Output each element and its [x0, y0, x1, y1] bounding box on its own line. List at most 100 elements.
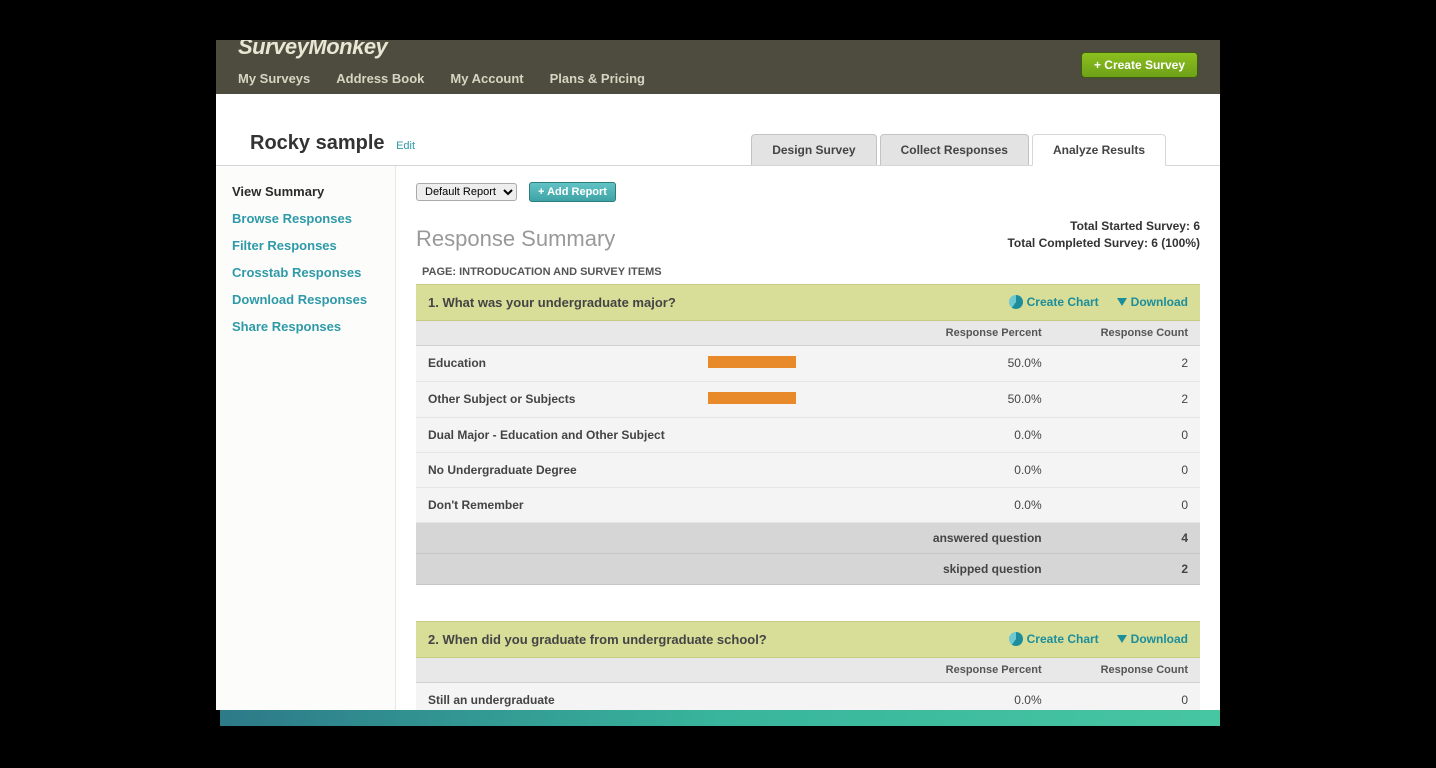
- add-report-button[interactable]: + Add Report: [529, 182, 616, 202]
- nav-my-account[interactable]: My Account: [450, 71, 523, 86]
- sidebar-item-download-responses[interactable]: Download Responses: [232, 292, 383, 307]
- answered-row: answered question4: [416, 522, 1200, 553]
- download-label: Download: [1131, 295, 1188, 309]
- question-table: Response PercentResponse Count Education 5…: [416, 321, 1200, 585]
- create-chart-label: Create Chart: [1027, 632, 1099, 646]
- bar-cell: [696, 682, 896, 710]
- report-select[interactable]: Default Report: [416, 183, 517, 201]
- skipped-label: skipped question: [416, 553, 1054, 584]
- sidebar-item-crosstab-responses[interactable]: Crosstab Responses: [232, 265, 383, 280]
- count-cell: 2: [1054, 345, 1200, 381]
- bar-cell: [696, 381, 896, 417]
- bar-cell: [696, 487, 896, 522]
- report-controls: Default Report + Add Report: [416, 182, 1200, 202]
- th-count: Response Count: [1054, 658, 1200, 683]
- total-completed-label: Total Completed Survey:: [1007, 236, 1147, 250]
- option-label: Don't Remember: [416, 487, 696, 522]
- option-label: Still an undergraduate: [416, 682, 696, 710]
- th-option: [416, 658, 696, 683]
- brand-logo: SurveyMonkey: [238, 40, 387, 60]
- question-header: 2. When did you graduate from undergradu…: [416, 621, 1200, 658]
- nav-plans-pricing[interactable]: Plans & Pricing: [550, 71, 645, 86]
- total-completed-row: Total Completed Survey: 6 (100%): [1007, 235, 1200, 252]
- total-started-value: 6: [1193, 219, 1200, 233]
- table-row: Dual Major - Education and Other Subject…: [416, 417, 1200, 452]
- question-block: 2. When did you graduate from undergradu…: [416, 621, 1200, 710]
- percent-cell: 50.0%: [896, 345, 1054, 381]
- table-row: Don't Remember0.0%0: [416, 487, 1200, 522]
- answered-value: 4: [1054, 522, 1200, 553]
- survey-title-text: Rocky sample: [250, 132, 385, 154]
- bar-cell: [696, 345, 896, 381]
- option-label: Education: [416, 345, 696, 381]
- count-cell: 0: [1054, 452, 1200, 487]
- percent-cell: 50.0%: [896, 381, 1054, 417]
- question-actions: Create Chart Download: [1009, 632, 1188, 646]
- sidebar-item-browse-responses[interactable]: Browse Responses: [232, 211, 383, 226]
- main-tabs: Design Survey Collect Responses Analyze …: [748, 134, 1220, 165]
- app-window: SurveyMonkey My Surveys Address Book My …: [216, 40, 1220, 710]
- nav-my-surveys[interactable]: My Surveys: [238, 71, 310, 86]
- page-label: PAGE: INTRODUCATION AND SURVEY ITEMS: [416, 256, 1200, 284]
- summary-stats: Total Started Survey: 6 Total Completed …: [1007, 218, 1200, 252]
- answered-label: answered question: [416, 522, 1054, 553]
- sidebar-item-view-summary[interactable]: View Summary: [232, 184, 383, 199]
- option-label: Dual Major - Education and Other Subject: [416, 417, 696, 452]
- th-percent: Response Percent: [896, 321, 1054, 346]
- summary-title: Response Summary: [416, 226, 615, 252]
- sidebar: View Summary Browse Responses Filter Res…: [216, 166, 396, 710]
- main-content: Default Report + Add Report Response Sum…: [396, 166, 1220, 710]
- th-count: Response Count: [1054, 321, 1200, 346]
- create-survey-button[interactable]: + Create Survey: [1081, 52, 1198, 78]
- survey-header: Rocky sample Edit Design Survey Collect …: [216, 94, 1220, 166]
- th-option: [416, 321, 696, 346]
- taskbar-gradient: [220, 710, 1220, 726]
- percent-cell: 0.0%: [896, 452, 1054, 487]
- question-title: 1. What was your undergraduate major?: [428, 295, 676, 310]
- nav-address-book[interactable]: Address Book: [336, 71, 424, 86]
- tab-design-survey[interactable]: Design Survey: [751, 134, 876, 165]
- sidebar-item-filter-responses[interactable]: Filter Responses: [232, 238, 383, 253]
- download-link[interactable]: Download: [1117, 295, 1188, 309]
- response-bar: [708, 356, 796, 368]
- pie-chart-icon: [1009, 295, 1023, 309]
- count-cell: 0: [1054, 487, 1200, 522]
- download-link[interactable]: Download: [1117, 632, 1188, 646]
- question-title: 2. When did you graduate from undergradu…: [428, 632, 767, 647]
- skipped-row: skipped question2: [416, 553, 1200, 584]
- pie-chart-icon: [1009, 632, 1023, 646]
- edit-survey-link[interactable]: Edit: [396, 140, 415, 152]
- count-cell: 0: [1054, 417, 1200, 452]
- tab-analyze-results[interactable]: Analyze Results: [1032, 134, 1166, 166]
- table-row: Other Subject or Subjects 50.0%2: [416, 381, 1200, 417]
- option-label: Other Subject or Subjects: [416, 381, 696, 417]
- tab-collect-responses[interactable]: Collect Responses: [880, 134, 1029, 165]
- response-bar: [708, 392, 796, 404]
- percent-cell: 0.0%: [896, 417, 1054, 452]
- skipped-value: 2: [1054, 553, 1200, 584]
- question-block: 1. What was your undergraduate major? Cre…: [416, 284, 1200, 585]
- total-completed-value: 6 (100%): [1151, 236, 1200, 250]
- bar-cell: [696, 417, 896, 452]
- th-bar: [696, 658, 896, 683]
- option-label: No Undergraduate Degree: [416, 452, 696, 487]
- count-cell: 0: [1054, 682, 1200, 710]
- question-header: 1. What was your undergraduate major? Cre…: [416, 284, 1200, 321]
- survey-title: Rocky sample Edit: [250, 132, 415, 165]
- create-chart-link[interactable]: Create Chart: [1009, 632, 1099, 646]
- download-icon: [1117, 298, 1127, 306]
- download-label: Download: [1131, 632, 1188, 646]
- total-started-label: Total Started Survey:: [1070, 219, 1190, 233]
- create-chart-label: Create Chart: [1027, 295, 1099, 309]
- sidebar-item-share-responses[interactable]: Share Responses: [232, 319, 383, 334]
- nav-links: My Surveys Address Book My Account Plans…: [238, 71, 645, 86]
- summary-header: Response Summary Total Started Survey: 6…: [416, 218, 1200, 252]
- question-table: Response PercentResponse CountStill an u…: [416, 658, 1200, 710]
- table-row: Still an undergraduate 0.0%0: [416, 682, 1200, 710]
- count-cell: 2: [1054, 381, 1200, 417]
- body: View Summary Browse Responses Filter Res…: [216, 166, 1220, 710]
- th-bar: [696, 321, 896, 346]
- percent-cell: 0.0%: [896, 682, 1054, 710]
- top-navbar: SurveyMonkey My Surveys Address Book My …: [216, 40, 1220, 94]
- create-chart-link[interactable]: Create Chart: [1009, 295, 1099, 309]
